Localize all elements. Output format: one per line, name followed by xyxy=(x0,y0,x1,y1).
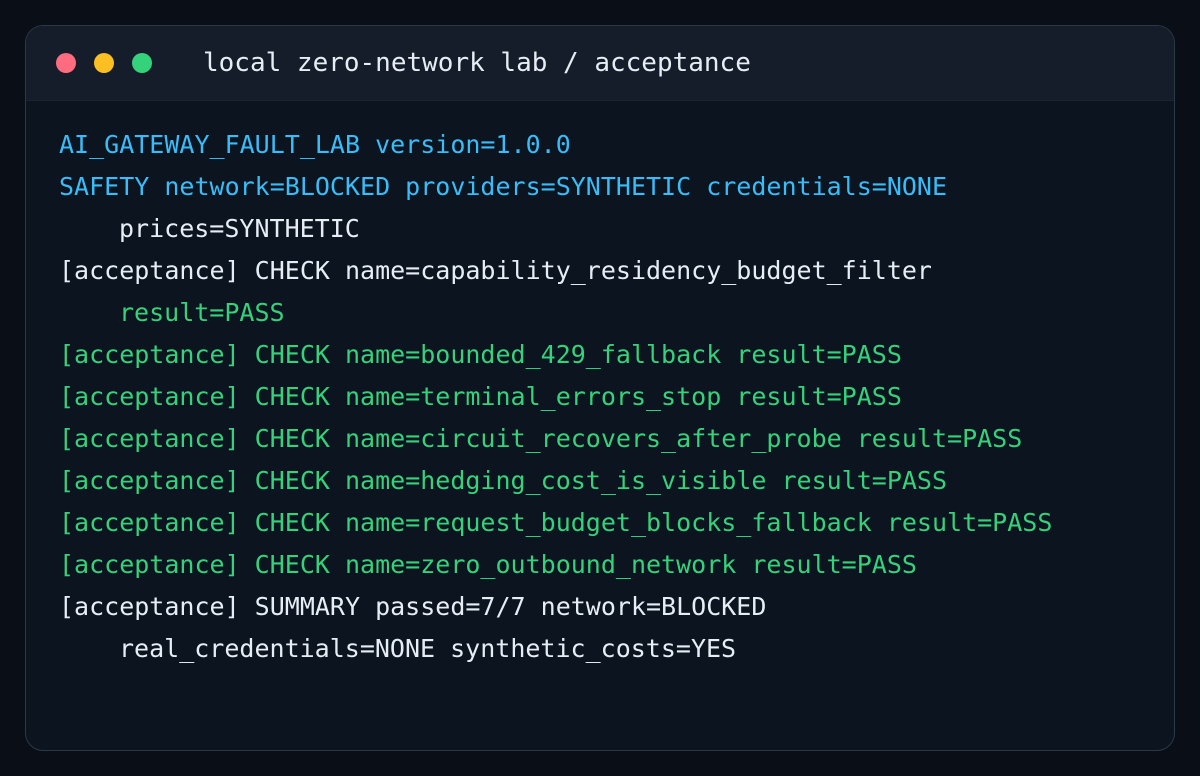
terminal-line: AI_GATEWAY_FAULT_LAB version=1.0.0 xyxy=(59,130,571,159)
terminal-line: [acceptance] CHECK name=bounded_429_fall… xyxy=(59,340,902,369)
title-bar: local zero-network lab / acceptance xyxy=(26,26,1174,101)
terminal-line: [acceptance] CHECK name=capability_resid… xyxy=(59,256,932,285)
terminal-line: [acceptance] CHECK name=hedging_cost_is_… xyxy=(59,466,948,495)
maximize-button[interactable] xyxy=(132,53,152,73)
terminal-line: real_credentials=NONE synthetic_costs=YE… xyxy=(119,634,737,663)
minimize-button[interactable] xyxy=(94,53,114,73)
terminal-line: [acceptance] CHECK name=circuit_recovers… xyxy=(59,424,1023,453)
close-button[interactable] xyxy=(56,53,76,73)
terminal-window: local zero-network lab / acceptance AI_G… xyxy=(25,25,1175,751)
terminal-output: AI_GATEWAY_FAULT_LAB version=1.0.0 SAFET… xyxy=(59,124,1154,670)
terminal-line: result=PASS xyxy=(119,298,285,327)
terminal-line: SAFETY network=BLOCKED providers=SYNTHET… xyxy=(59,172,948,201)
terminal-line: [acceptance] CHECK name=terminal_errors_… xyxy=(59,382,902,411)
terminal-line: prices=SYNTHETIC xyxy=(119,214,360,243)
terminal-line: [acceptance] SUMMARY passed=7/7 network=… xyxy=(59,592,767,621)
terminal-line: [acceptance] CHECK name=zero_outbound_ne… xyxy=(59,550,917,579)
window-title: local zero-network lab / acceptance xyxy=(203,48,751,78)
terminal-line: [acceptance] CHECK name=request_budget_b… xyxy=(59,508,1053,537)
